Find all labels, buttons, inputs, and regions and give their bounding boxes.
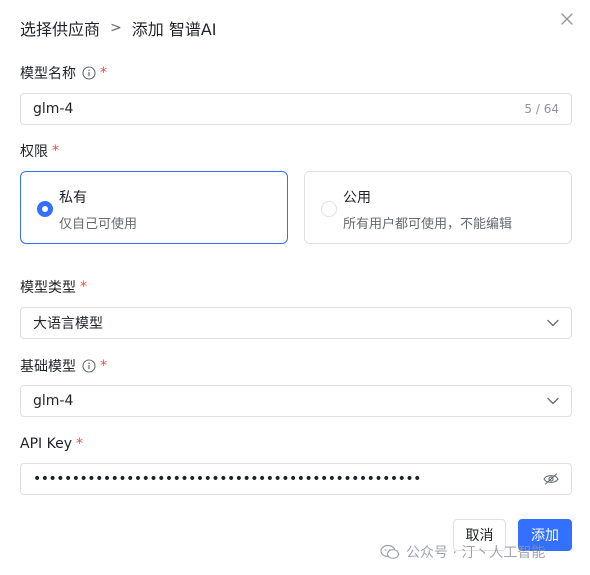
model-type-select[interactable]: 大语言模型 (20, 307, 572, 339)
breadcrumb-parent[interactable]: 选择供应商 (20, 16, 100, 40)
api-key-label-text: API Key (20, 436, 72, 452)
eye-off-icon[interactable] (543, 473, 559, 485)
model-type-label-text: 模型类型 (20, 280, 76, 296)
model-name-label-text: 模型名称 (20, 66, 76, 82)
radio-unselected[interactable] (321, 201, 337, 217)
model-name-value: glm-4 (33, 101, 74, 117)
required-mark: * (100, 358, 107, 374)
model-type-value: 大语言模型 (33, 316, 103, 332)
chevron-down-icon (547, 397, 559, 405)
dialog-title: 添加 智谱AI (131, 20, 217, 39)
breadcrumb: 选择供应商 > 添加 智谱AI (20, 16, 217, 40)
required-mark: * (52, 143, 59, 159)
wechat-icon (380, 544, 400, 560)
api-key-input[interactable]: ••••••••••••••••••••••••••••••••••••••••… (20, 463, 572, 495)
base-model-value: glm-4 (33, 393, 74, 409)
info-icon[interactable] (82, 359, 96, 373)
option-desc: 仅自己可使用 (59, 217, 138, 232)
watermark-text: 公众号 · 汀丶人工智能 (406, 545, 546, 561)
api-key-label: API Key * (20, 434, 83, 454)
close-icon[interactable] (556, 8, 578, 30)
permission-label: 权限 * (20, 141, 59, 161)
base-model-label-text: 基础模型 (20, 359, 76, 375)
model-name-input[interactable]: glm-4 5 / 64 (20, 93, 572, 125)
option-title: 私有 (59, 190, 87, 206)
model-name-label: 模型名称 * (20, 63, 107, 83)
chevron-down-icon (547, 319, 559, 327)
required-mark: * (75, 436, 83, 452)
watermark: 公众号 · 汀丶人工智能 (380, 542, 545, 562)
breadcrumb-separator: > (110, 20, 122, 36)
required-mark: * (100, 65, 107, 81)
radio-selected[interactable] (37, 201, 53, 217)
required-mark: * (80, 279, 87, 295)
option-desc: 所有用户都可使用，不能编辑 (343, 217, 513, 232)
info-icon[interactable] (82, 66, 96, 80)
permission-label-text: 权限 (20, 144, 48, 160)
option-title: 公用 (343, 190, 371, 206)
permission-option-public[interactable]: 公用 所有用户都可使用，不能编辑 (304, 171, 572, 244)
api-key-value: ••••••••••••••••••••••••••••••••••••••••… (33, 471, 421, 487)
char-counter: 5 / 64 (524, 102, 559, 116)
permission-option-private[interactable]: 私有 仅自己可使用 (20, 171, 288, 244)
base-model-label: 基础模型 * (20, 356, 107, 376)
base-model-select[interactable]: glm-4 (20, 385, 572, 417)
model-type-label: 模型类型 * (20, 277, 87, 297)
